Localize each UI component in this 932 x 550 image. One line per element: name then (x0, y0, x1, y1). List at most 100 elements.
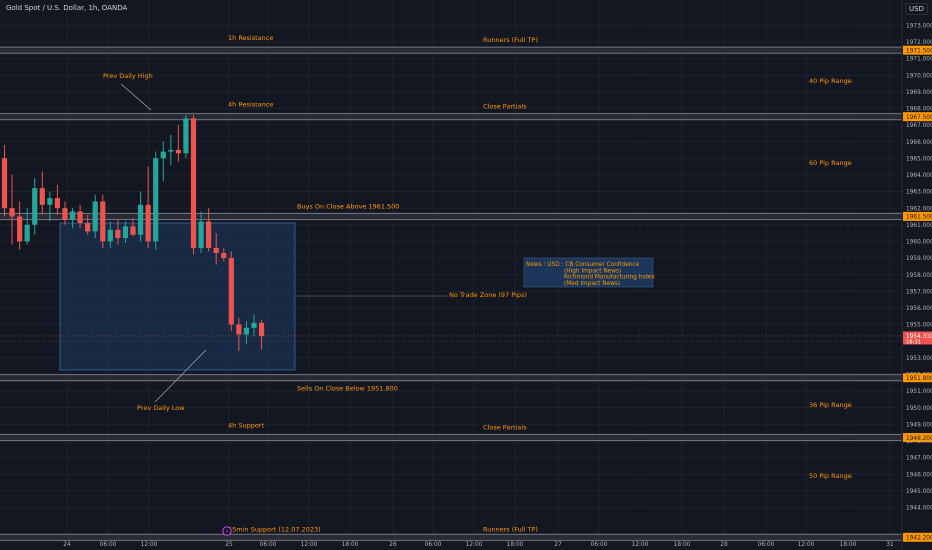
candle-body (190, 118, 197, 249)
time-tick-label: 18:00 (674, 542, 691, 548)
news-line: (Med Impact News) (564, 281, 620, 287)
price-tick-label: 1965.000 (906, 156, 932, 162)
time-tick-label: 18:00 (507, 542, 524, 548)
candle-body (251, 322, 257, 328)
price-tick-label: 1945.000 (906, 489, 932, 495)
level-label-mid: Close Partials (483, 103, 527, 111)
level-label-left: 4h Support (228, 422, 264, 430)
candle-body (85, 223, 91, 232)
candle-body (183, 118, 189, 154)
price-tick-label: 1946.000 (906, 472, 932, 478)
time-tick-label: 18:00 (342, 542, 359, 548)
time-tick-label: 26 (389, 542, 397, 548)
candle-body (69, 211, 76, 220)
price-tick-label: 1953.000 (906, 356, 932, 362)
price-tick-label: 1962.000 (906, 206, 932, 212)
candle-body (107, 229, 113, 242)
candle-body (175, 149, 181, 154)
price-tick-label: 1967.000 (906, 123, 932, 129)
price-tick-label: 1970.000 (906, 73, 932, 79)
candle-body (32, 188, 38, 225)
candle-body (24, 224, 30, 242)
candle-body (77, 211, 83, 224)
candle-body (243, 327, 250, 335)
level-label-left: Buys On Close Above 1961.500 (297, 202, 399, 210)
price-tick-label: 1955.000 (906, 323, 932, 329)
time-tick-label: 28 (720, 542, 728, 548)
level-label-mid: Close Partials (483, 424, 527, 432)
price-tick-label: 1971.000 (906, 57, 932, 63)
level-label-mid: Runners (Full TP) (483, 36, 538, 44)
level-price-label: 1967.500 (906, 115, 932, 121)
level-price-label: 1951.800 (906, 376, 932, 382)
lightning-icon: ⚡ (225, 529, 229, 536)
candle-body (137, 204, 144, 235)
price-tick-label: 1944.000 (906, 506, 932, 512)
level-price-label: 1961.500 (906, 215, 932, 221)
price-tick-label: 1964.000 (906, 173, 932, 179)
no-trade-zone-box (59, 222, 296, 371)
level-price-label: 1942.200 (906, 536, 932, 542)
chart-canvas[interactable]: 1h Resistance Runners (Full TP) 4h Resista… (0, 0, 932, 550)
candle-body (62, 208, 68, 220)
time-tick-label: 12:00 (798, 542, 815, 548)
candle-body (221, 253, 227, 258)
candle-body (160, 151, 166, 159)
time-tick-label: 31 (886, 542, 894, 548)
candle-body (198, 221, 204, 249)
candle-body (92, 201, 98, 232)
level-label-left: 4h Resistance (228, 101, 273, 109)
candle-body (39, 188, 45, 205)
symbol-title: Gold Spot / U.S. Dollar, 1h, OANDA (6, 4, 128, 12)
price-tick-label: 1949.000 (906, 422, 932, 428)
level-label-left: 1h Resistance (228, 34, 273, 42)
price-tick-label: 1966.000 (906, 140, 932, 146)
time-tick-label: 18:00 (840, 542, 857, 548)
candle-body (153, 158, 159, 242)
time-tick-label: 06:00 (758, 542, 775, 548)
candle-body (47, 198, 53, 205)
time-tick-label: 12:00 (301, 542, 318, 548)
pip-range-label: 40 Pip Range (809, 77, 852, 85)
pip-range-label: 50 Pip Range (809, 472, 852, 480)
pip-range-label: 36 Pip Range (809, 401, 852, 409)
time-tick-label: 06:00 (260, 542, 277, 548)
price-tick-label: 1973.000 (906, 23, 932, 29)
no-trade-zone-label: No Trade Zone (97 Pips) (449, 291, 527, 299)
countdown-label: 18:31 (906, 339, 921, 345)
price-tick-label: 1951.000 (906, 389, 932, 395)
news-line: Richmond Manufacturing Index (564, 275, 655, 281)
price-tick-label: 1972.000 (906, 40, 932, 46)
candle-body (236, 324, 242, 335)
price-tick-label: 1963.000 (906, 190, 932, 196)
price-tick-label: 1961.000 (906, 223, 932, 229)
candle-body (130, 226, 136, 235)
candle-body (228, 258, 234, 325)
time-tick-label: 06:00 (425, 542, 442, 548)
price-tick-label: 1958.000 (906, 273, 932, 279)
time-tick-label: 27 (554, 542, 562, 548)
candle-body (206, 221, 212, 249)
candle-body (213, 248, 219, 254)
candle-body (9, 208, 15, 217)
candle-body (258, 322, 265, 337)
prev-daily-high-label: Prev Daily High (103, 72, 153, 80)
price-tick-label: 1969.000 (906, 90, 932, 96)
candle-body (122, 226, 129, 239)
level-label-left: Sells On Close Below 1951.800 (297, 385, 398, 393)
price-tick-label: 1957.000 (906, 289, 932, 295)
candle-body (54, 198, 61, 209)
price-tick-label: 1968.000 (906, 107, 932, 113)
currency-badge[interactable]: USD (905, 3, 928, 15)
time-tick-label: 06:00 (100, 542, 117, 548)
prev-daily-low-label: Prev Daily Low (137, 404, 185, 412)
level-price-label: 1971.500 (906, 48, 932, 54)
price-tick-label: 1960.000 (906, 240, 932, 246)
candle-body (17, 216, 23, 242)
level-label-left: 15min Support (12.07.2023) (228, 525, 321, 533)
news-line: (High Impact News) (564, 268, 621, 274)
candle-body (145, 204, 151, 242)
level-price-label: 1948.200 (906, 436, 932, 442)
prev-daily-high-arrow (120, 83, 152, 111)
level-label-mid: Runners (Full TP) (483, 525, 538, 533)
